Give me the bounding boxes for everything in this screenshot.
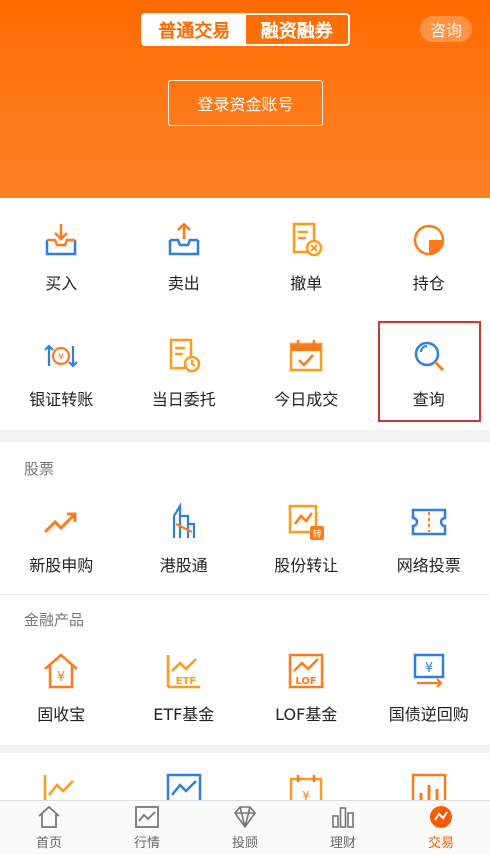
tab-advisor[interactable]: 投顾 bbox=[196, 801, 294, 854]
more-products-row: ¥ bbox=[0, 753, 490, 800]
lof-badge-text: LOF bbox=[296, 676, 317, 687]
today-trades-label: 今日成交 bbox=[274, 386, 338, 410]
fixed-income-label: 固收宝 bbox=[37, 701, 85, 725]
etf-fund-label: ETF基金 bbox=[153, 701, 214, 725]
today-orders-label: 当日委托 bbox=[152, 386, 216, 410]
online-vote-button[interactable]: 网络投票 bbox=[368, 502, 490, 576]
more-item-4[interactable] bbox=[368, 771, 490, 800]
buy-label: 买入 bbox=[45, 270, 77, 294]
consult-button[interactable]: 咨询 bbox=[420, 16, 472, 42]
tab-normal-trade[interactable]: 普通交易 bbox=[143, 15, 246, 44]
svg-text:¥: ¥ bbox=[58, 352, 64, 363]
share-transfer-button[interactable]: 转 股份转让 bbox=[245, 502, 368, 576]
blue-chart-icon bbox=[164, 771, 204, 800]
more-item-3[interactable]: ¥ bbox=[245, 771, 368, 800]
clock-document-icon bbox=[164, 336, 204, 376]
trend-up-icon bbox=[41, 502, 81, 542]
stocks-section: 股票 新股申购 港股通 转 股份转让 bbox=[0, 442, 490, 594]
reverse-repo-button[interactable]: ¥ 国债逆回购 bbox=[368, 651, 490, 725]
stocks-title: 股票 bbox=[0, 442, 490, 484]
house-yen-icon: ¥ bbox=[41, 651, 81, 691]
orange-chart-icon bbox=[41, 771, 81, 800]
chart-transfer-icon: 转 bbox=[286, 502, 326, 542]
fixed-income-button[interactable]: ¥ 固收宝 bbox=[0, 651, 123, 725]
calendar-yen-icon: ¥ bbox=[286, 771, 326, 800]
sell-button[interactable]: 卖出 bbox=[123, 198, 246, 316]
bars-icon bbox=[330, 804, 356, 830]
ipo-subscribe-button[interactable]: 新股申购 bbox=[0, 502, 123, 576]
sell-label: 卖出 bbox=[168, 270, 200, 294]
trade-icon bbox=[428, 804, 454, 830]
building-icon bbox=[164, 502, 204, 542]
tab-trade-label: 交易 bbox=[428, 832, 454, 851]
more-item-1[interactable] bbox=[0, 771, 123, 800]
query-highlight-box bbox=[378, 321, 481, 422]
yen-repo-icon: ¥ bbox=[409, 651, 449, 691]
etf-chart-icon: ETF bbox=[164, 651, 204, 691]
bar-chart-icon bbox=[409, 771, 449, 800]
svg-text:转: 转 bbox=[313, 528, 322, 540]
inbox-download-icon bbox=[41, 220, 81, 260]
ipo-subscribe-label: 新股申购 bbox=[29, 552, 93, 576]
cancel-order-icon bbox=[286, 220, 326, 260]
more-item-2[interactable] bbox=[123, 771, 246, 800]
cancel-order-label: 撤单 bbox=[290, 270, 322, 294]
tab-home-label: 首页 bbox=[36, 832, 62, 851]
svg-text:¥: ¥ bbox=[425, 661, 433, 676]
tab-trade[interactable]: 交易 bbox=[392, 801, 490, 854]
market-chart-icon bbox=[134, 804, 160, 830]
svg-text:¥: ¥ bbox=[57, 670, 65, 685]
lof-fund-label: LOF基金 bbox=[275, 701, 337, 725]
today-orders-button[interactable]: 当日委托 bbox=[123, 316, 246, 430]
tab-wealth-label: 理财 bbox=[330, 832, 356, 851]
inbox-upload-icon bbox=[164, 220, 204, 260]
bank-transfer-button[interactable]: ¥ 银证转账 bbox=[0, 316, 123, 430]
tab-home[interactable]: 首页 bbox=[0, 801, 98, 854]
home-icon bbox=[36, 804, 62, 830]
svg-text:¥: ¥ bbox=[302, 789, 310, 800]
lof-fund-button[interactable]: LOF LOF基金 bbox=[245, 651, 368, 725]
position-button[interactable]: 持仓 bbox=[368, 198, 490, 316]
hk-connect-button[interactable]: 港股通 bbox=[123, 502, 246, 576]
buy-button[interactable]: 买入 bbox=[0, 198, 123, 316]
lof-chart-icon: LOF bbox=[286, 651, 326, 691]
transfer-icon: ¥ bbox=[41, 336, 81, 376]
products-section: 金融产品 ¥ 固收宝 ETF ETF基金 LOF LOF基金 bbox=[0, 595, 490, 745]
pie-chart-icon bbox=[409, 220, 449, 260]
position-label: 持仓 bbox=[413, 270, 445, 294]
calendar-check-icon bbox=[286, 336, 326, 376]
etf-badge-text: ETF bbox=[176, 676, 196, 687]
etf-fund-button[interactable]: ETF ETF基金 bbox=[123, 651, 246, 725]
login-account-button[interactable]: 登录资金账号 bbox=[168, 80, 323, 126]
tab-advisor-label: 投顾 bbox=[232, 832, 258, 851]
tab-wealth[interactable]: 理财 bbox=[294, 801, 392, 854]
hk-connect-label: 港股通 bbox=[160, 552, 208, 576]
tab-market-label: 行情 bbox=[134, 832, 160, 851]
ticket-icon bbox=[409, 502, 449, 542]
diamond-icon bbox=[232, 804, 258, 830]
bottom-tab-bar: 首页 行情 投顾 理财 交易 bbox=[0, 800, 490, 854]
reverse-repo-label: 国债逆回购 bbox=[389, 701, 469, 725]
header: 普通交易 融资融券 咨询 登录资金账号 bbox=[0, 0, 490, 198]
tab-market[interactable]: 行情 bbox=[98, 801, 196, 854]
trade-mode-switch: 普通交易 融资融券 bbox=[141, 13, 350, 46]
today-trades-button[interactable]: 今日成交 bbox=[245, 316, 368, 430]
online-vote-label: 网络投票 bbox=[397, 552, 461, 576]
tab-margin-trade[interactable]: 融资融券 bbox=[246, 15, 349, 44]
bank-transfer-label: 银证转账 bbox=[29, 386, 93, 410]
share-transfer-label: 股份转让 bbox=[274, 552, 338, 576]
cancel-order-button[interactable]: 撤单 bbox=[245, 198, 368, 316]
products-title: 金融产品 bbox=[0, 595, 490, 633]
